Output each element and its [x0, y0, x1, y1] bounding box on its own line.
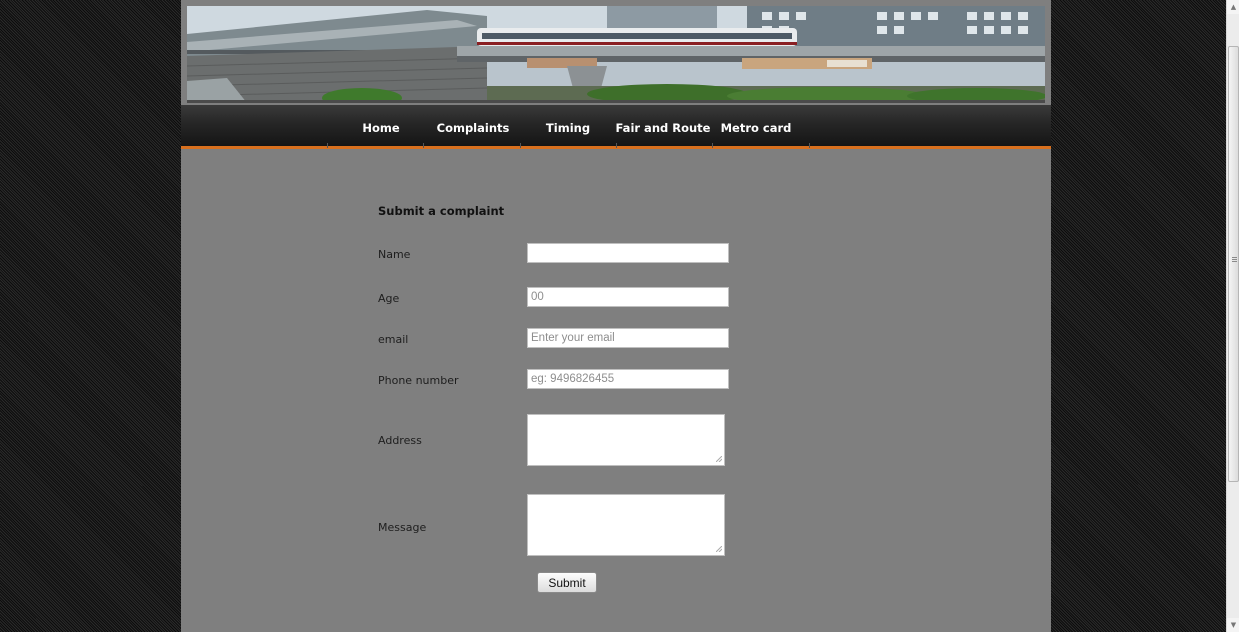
vertical-scrollbar[interactable]: ▲ ▼ [1226, 0, 1239, 632]
message-label: Message [378, 521, 427, 534]
age-label: Age [378, 292, 400, 305]
nav-divider [712, 143, 713, 148]
scrollbar-thumb[interactable] [1228, 46, 1239, 482]
phone-input[interactable] [527, 369, 729, 389]
nav-divider [616, 143, 617, 148]
main-nav-bar: Home Complaints Timing Fair and Route Me… [181, 105, 1051, 149]
nav-metro-card-link[interactable]: Metro card [711, 105, 801, 146]
metro-banner-image [187, 6, 1045, 103]
nav-divider [423, 143, 424, 148]
address-label: Address [378, 434, 422, 447]
nav-complaints-link[interactable]: Complaints [427, 105, 519, 146]
scroll-down-arrow-icon[interactable]: ▼ [1227, 618, 1239, 632]
submit-button[interactable]: Submit [537, 572, 597, 593]
email-label: email [378, 333, 409, 346]
nav-divider [809, 143, 810, 148]
thumb-grip-icon [1232, 257, 1237, 263]
nav-timing-link[interactable]: Timing [531, 105, 605, 146]
message-textarea[interactable] [527, 494, 725, 556]
nav-home-link[interactable]: Home [345, 105, 417, 146]
age-input[interactable] [527, 287, 729, 307]
phone-label: Phone number [378, 374, 459, 387]
page-container: Home Complaints Timing Fair and Route Me… [181, 0, 1051, 632]
email-input[interactable] [527, 328, 729, 348]
nav-divider [327, 143, 328, 148]
scroll-up-arrow-icon[interactable]: ▲ [1227, 0, 1239, 14]
address-textarea[interactable] [527, 414, 725, 466]
nav-fair-route-link[interactable]: Fair and Route [613, 105, 713, 146]
name-input[interactable] [527, 243, 729, 263]
nav-divider [520, 143, 521, 148]
name-label: Name [378, 248, 411, 261]
form-title: Submit a complaint [378, 204, 505, 218]
